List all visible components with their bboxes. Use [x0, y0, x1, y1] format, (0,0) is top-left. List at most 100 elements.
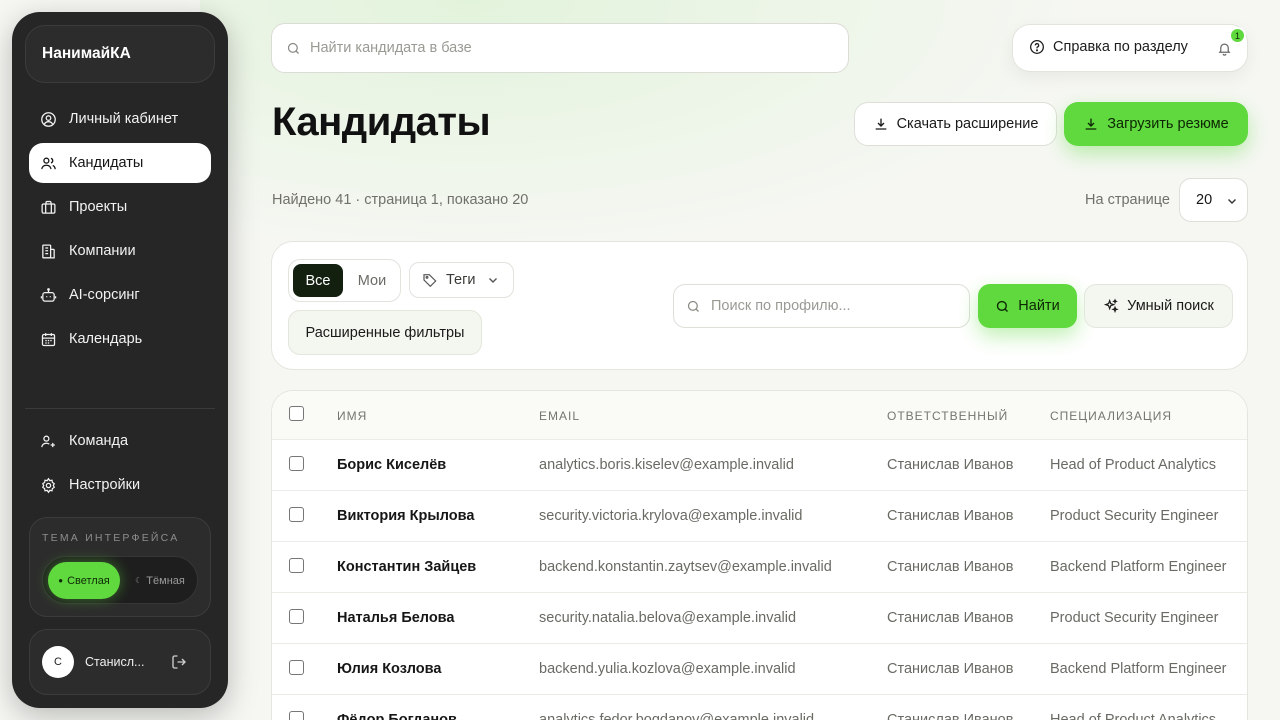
tags-dropdown[interactable]: Теги	[409, 262, 514, 298]
table-row[interactable]: Юлия Козлова backend.yulia.kozlova@examp…	[272, 644, 1247, 695]
sidebar-item-ai-sourcing[interactable]: AI-сорсинг	[29, 275, 211, 315]
sidebar-item-projects[interactable]: Проекты	[29, 187, 211, 227]
ownership-segmented-control: Все Мои	[288, 259, 401, 302]
row-checkbox[interactable]	[289, 609, 304, 624]
sidebar: НанимайКА Личный кабинет Кандидаты Проек…	[12, 12, 228, 708]
candidates-table: Имя Email Ответственный Специализация Бо…	[271, 390, 1248, 720]
sidebar-item-settings[interactable]: Настройки	[29, 465, 211, 505]
find-button[interactable]: Найти	[978, 284, 1077, 328]
cell-owner: Станислав Иванов	[887, 559, 1014, 575]
column-header-email[interactable]: Email	[539, 409, 580, 423]
cell-specialization: Product Security Engineer	[1050, 610, 1219, 626]
briefcase-icon	[41, 200, 56, 214]
cell-owner: Станислав Иванов	[887, 610, 1014, 626]
page-title: Кандидаты	[272, 100, 491, 144]
sidebar-item-label: AI-сорсинг	[69, 287, 140, 303]
sidebar-item-team[interactable]: Команда	[29, 421, 211, 461]
table-header: Имя Email Ответственный Специализация	[272, 391, 1247, 440]
chevron-down-icon	[1228, 199, 1236, 204]
cell-email: backend.yulia.kozlova@example.invalid	[539, 661, 796, 677]
team-icon	[41, 435, 55, 447]
sidebar-item-label: Компании	[69, 243, 136, 259]
sidebar-item-label: Личный кабинет	[69, 111, 179, 127]
help-button[interactable]: Справка по разделу	[1029, 39, 1188, 55]
results-summary: Найдено 41 · страница 1, показано 20	[272, 192, 529, 208]
select-all-checkbox[interactable]	[289, 406, 304, 421]
per-page-label: На странице	[1085, 192, 1170, 208]
cell-email: analytics.boris.kiselev@example.invalid	[539, 457, 794, 473]
search-icon	[287, 42, 299, 54]
table-row[interactable]: Виктория Крылова security.victoria.krylo…	[272, 491, 1247, 542]
upload-resume-button[interactable]: Загрузить резюме	[1064, 102, 1248, 146]
filter-all-tab[interactable]: Все	[293, 264, 343, 297]
app-logo[interactable]: НанимайКА	[25, 25, 215, 83]
cell-name[interactable]: Наталья Белова	[337, 610, 454, 626]
row-checkbox[interactable]	[289, 456, 304, 471]
cell-specialization: Head of Product Analytics	[1050, 457, 1217, 473]
smart-search-label: Умный поиск	[1127, 298, 1214, 314]
profile-search-placeholder: Поиск по профилю...	[711, 298, 851, 314]
search-placeholder: Найти кандидата в базе	[310, 40, 472, 56]
chevron-down-icon	[488, 278, 497, 283]
column-header-specialization[interactable]: Специализация	[1050, 409, 1172, 423]
cell-email: security.natalia.belova@example.invalid	[539, 610, 797, 626]
bell-icon[interactable]	[1217, 41, 1232, 56]
per-page-select[interactable]: 20	[1179, 178, 1248, 222]
sidebar-item-label: Команда	[69, 433, 129, 449]
theme-light-option[interactable]: ● Светлая	[48, 562, 120, 599]
cell-name[interactable]: Фёдор Богданов	[337, 712, 457, 720]
per-page-value: 20	[1196, 192, 1213, 208]
cell-owner: Станислав Иванов	[887, 712, 1014, 720]
smart-search-button[interactable]: Умный поиск	[1084, 284, 1233, 328]
user-card: С Станисл...	[29, 629, 211, 695]
row-checkbox[interactable]	[289, 507, 304, 522]
download-extension-button[interactable]: Скачать расширение	[854, 102, 1057, 146]
notification-badge: 1	[1229, 27, 1246, 44]
sun-icon: ●	[58, 576, 64, 585]
cell-email: analytics.fedor.bogdanov@example.invalid	[539, 712, 815, 720]
advanced-filters-button[interactable]: Расширенные фильтры	[288, 310, 482, 355]
filter-mine-tab[interactable]: Мои	[347, 264, 397, 297]
row-checkbox[interactable]	[289, 660, 304, 675]
search-icon	[687, 300, 699, 312]
column-header-owner[interactable]: Ответственный	[887, 409, 1008, 423]
cell-owner: Станислав Иванов	[887, 661, 1014, 677]
cell-name[interactable]: Борис Киселёв	[337, 457, 446, 473]
table-row[interactable]: Наталья Белова security.natalia.belova@e…	[272, 593, 1247, 644]
cell-name[interactable]: Константин Зайцев	[337, 559, 476, 575]
logout-icon[interactable]	[170, 653, 188, 671]
cell-name[interactable]: Виктория Крылова	[337, 508, 474, 524]
avatar[interactable]: С	[42, 646, 74, 678]
table-row[interactable]: Борис Киселёв analytics.boris.kiselev@ex…	[272, 440, 1247, 491]
sidebar-item-companies[interactable]: Компании	[29, 231, 211, 271]
sparkles-icon	[1104, 298, 1119, 314]
table-row[interactable]: Фёдор Богданов analytics.fedor.bogdanov@…	[272, 695, 1247, 720]
column-header-name[interactable]: Имя	[337, 409, 367, 423]
sidebar-item-label: Настройки	[69, 477, 141, 493]
user-circle-icon	[41, 111, 56, 127]
upload-resume-label: Загрузить резюме	[1107, 116, 1229, 132]
row-checkbox[interactable]	[289, 558, 304, 573]
moon-icon: ☾	[135, 576, 143, 585]
tag-icon	[423, 274, 437, 288]
cell-email: security.victoria.krylova@example.invali…	[539, 508, 803, 524]
theme-dark-option[interactable]: ☾ Тёмная	[125, 562, 195, 599]
cell-specialization: Backend Platform Engineer	[1050, 559, 1227, 575]
profile-search-input[interactable]: Поиск по профилю...	[673, 284, 970, 328]
sidebar-item-candidates[interactable]: Кандидаты	[29, 143, 211, 183]
sidebar-item-profile[interactable]: Личный кабинет	[29, 99, 211, 139]
row-checkbox[interactable]	[289, 711, 304, 720]
secondary-nav: Команда Настройки	[29, 421, 211, 509]
building-icon	[42, 243, 55, 259]
calendar-icon	[41, 332, 56, 346]
sidebar-item-calendar[interactable]: Календарь	[29, 319, 211, 359]
download-icon	[875, 118, 886, 130]
sidebar-divider	[25, 408, 215, 409]
candidate-search-input[interactable]: Найти кандидата в базе	[271, 23, 849, 73]
cell-name[interactable]: Юлия Козлова	[337, 661, 441, 677]
theme-switcher: Тема интерфейса ● Светлая ☾ Тёмная	[29, 517, 211, 617]
sidebar-item-label: Кандидаты	[69, 155, 144, 171]
table-row[interactable]: Константин Зайцев backend.konstantin.zay…	[272, 542, 1247, 593]
search-icon	[997, 300, 1009, 312]
header-actions: Справка по разделу 1	[1012, 24, 1248, 72]
